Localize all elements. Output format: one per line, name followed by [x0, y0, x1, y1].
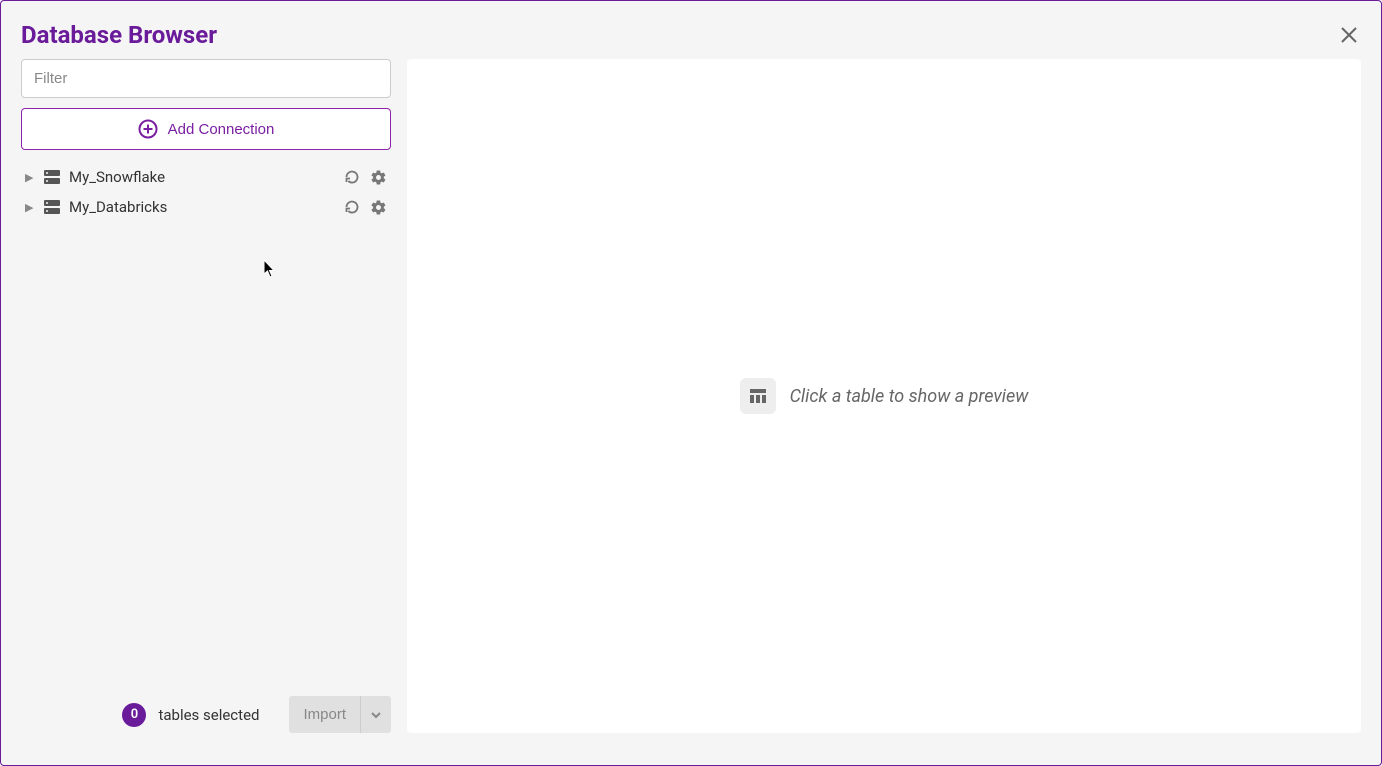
modal-title: Database Browser [21, 21, 217, 49]
database-icon [43, 198, 61, 216]
database-icon [43, 168, 61, 186]
refresh-button[interactable] [344, 199, 360, 216]
chevron-down-icon [369, 708, 383, 722]
empty-state-text: Click a table to show a preview [790, 386, 1029, 407]
preview-panel: Click a table to show a preview [407, 59, 1361, 733]
gear-icon [370, 169, 387, 186]
plus-circle-icon [138, 119, 158, 139]
connection-item-my-snowflake[interactable]: ▶ My_Snowflake [21, 162, 391, 192]
add-connection-label: Add Connection [168, 121, 275, 138]
modal-header: Database Browser [1, 1, 1381, 59]
selected-label: tables selected [158, 706, 259, 724]
filter-input[interactable] [21, 59, 391, 98]
connection-actions [344, 169, 387, 186]
connection-actions [344, 199, 387, 216]
settings-button[interactable] [370, 199, 387, 216]
sidebar: Add Connection ▶ My_Snowflake [21, 59, 391, 733]
refresh-icon [344, 199, 360, 215]
import-dropdown-button[interactable] [360, 696, 391, 733]
refresh-button[interactable] [344, 169, 360, 186]
import-button[interactable]: Import [289, 696, 360, 733]
settings-button[interactable] [370, 169, 387, 186]
chevron-right-icon: ▶ [25, 171, 39, 184]
close-icon [1340, 26, 1358, 44]
refresh-icon [344, 169, 360, 185]
add-connection-button[interactable]: Add Connection [21, 108, 391, 150]
empty-state: Click a table to show a preview [740, 378, 1029, 414]
sidebar-footer: 0 tables selected Import [21, 688, 391, 733]
chevron-right-icon: ▶ [25, 201, 39, 214]
connection-label: My_Snowflake [69, 168, 344, 186]
database-browser-modal: Database Browser Add Connection ▶ My_Sno… [0, 0, 1382, 766]
table-icon [740, 378, 776, 414]
close-button[interactable] [1337, 23, 1361, 47]
import-button-group: Import [289, 696, 391, 733]
modal-content: Add Connection ▶ My_Snowflake [1, 59, 1381, 753]
connection-list: ▶ My_Snowflake ▶ [21, 162, 391, 688]
connection-item-my-databricks[interactable]: ▶ My_Databricks [21, 192, 391, 222]
selected-count-badge: 0 [122, 703, 146, 727]
gear-icon [370, 199, 387, 216]
connection-label: My_Databricks [69, 198, 344, 216]
